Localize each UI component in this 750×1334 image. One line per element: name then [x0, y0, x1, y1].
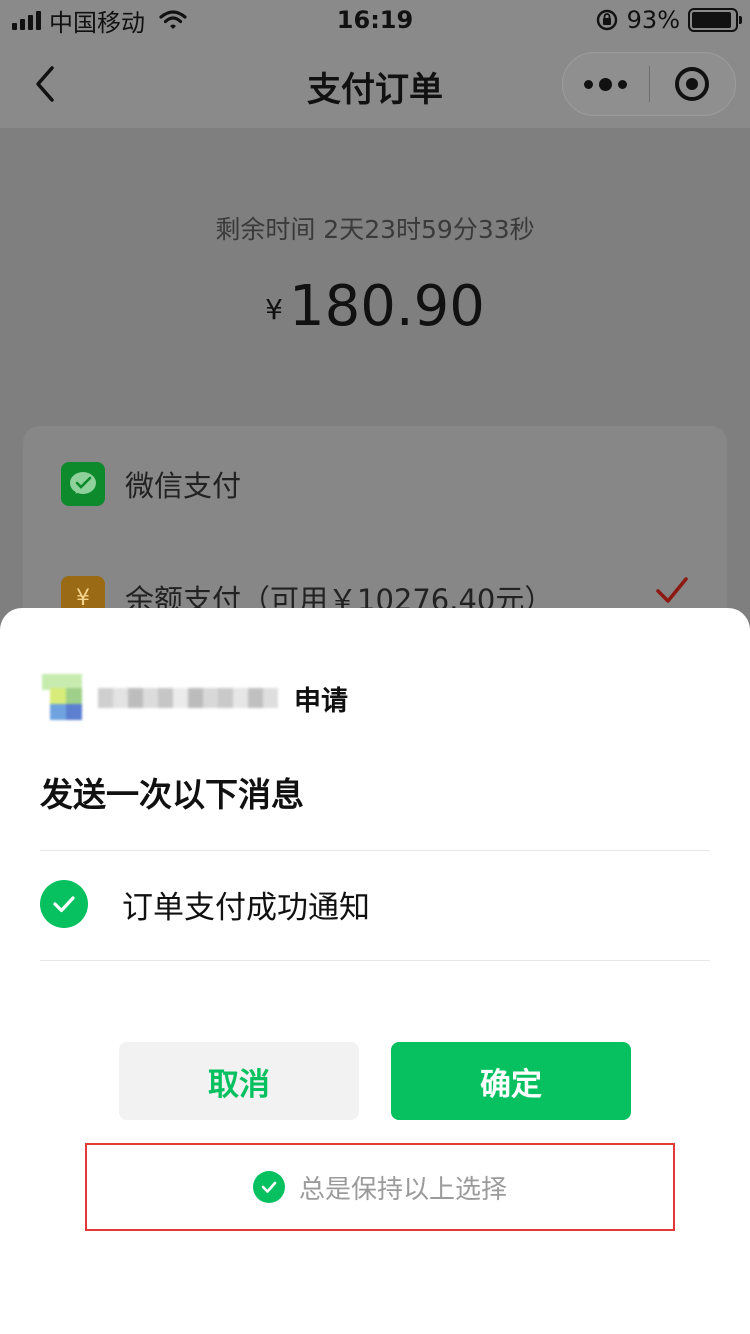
status-right: 93%: [595, 6, 742, 34]
payment-option-wechat[interactable]: 微信支付: [61, 462, 241, 506]
message-option-row[interactable]: 订单支付成功通知: [40, 880, 370, 928]
wifi-icon: [159, 10, 187, 29]
requester-row: 申请: [42, 674, 348, 722]
battery-percent: 93%: [626, 6, 680, 34]
divider: [40, 960, 710, 961]
wechat-pay-icon: [61, 462, 105, 506]
keep-choice-highlight[interactable]: 总是保持以上选择: [85, 1143, 675, 1231]
battery-fill: [692, 12, 732, 28]
divider: [40, 850, 710, 851]
status-left: 中国移动: [12, 3, 187, 38]
message-option-label: 订单支付成功通知: [122, 889, 370, 926]
payment-option-label: 微信支付: [125, 469, 242, 503]
check-circle-icon[interactable]: [252, 1171, 285, 1203]
check-circle-icon[interactable]: [40, 880, 88, 928]
more-dots-icon[interactable]: [563, 52, 649, 116]
rotation-lock-icon: [596, 9, 617, 31]
confirm-button[interactable]: 确定: [391, 1042, 631, 1120]
status-bar: 中国移动 16:19 93%: [0, 0, 750, 40]
battery-icon: [688, 8, 742, 32]
countdown-text: 剩余时间 2天23时59分33秒: [215, 215, 535, 244]
carrier-label: 中国移动: [49, 8, 145, 37]
subscribe-message-sheet: 申请 发送一次以下消息 订单支付成功通知 取消 确定 总是保持以上选择: [0, 608, 750, 1334]
mini-program-capsule: [562, 52, 736, 116]
sheet-title: 发送一次以下消息: [40, 775, 304, 814]
order-price: ¥180.90: [0, 274, 750, 339]
cancel-button[interactable]: 取消: [119, 1042, 359, 1120]
nav-bar: 支付订单: [0, 40, 750, 128]
selected-check-icon: [656, 577, 688, 603]
app-avatar: [42, 674, 82, 722]
keep-choice-label: 总是保持以上选择: [298, 1174, 507, 1205]
signal-icon: [12, 10, 41, 30]
currency-symbol: ¥: [265, 293, 283, 326]
price-amount: 180.90: [288, 274, 485, 339]
blurred-app-name: [98, 686, 278, 710]
target-circle-icon[interactable]: [650, 52, 736, 116]
request-label: 申请: [294, 685, 348, 717]
